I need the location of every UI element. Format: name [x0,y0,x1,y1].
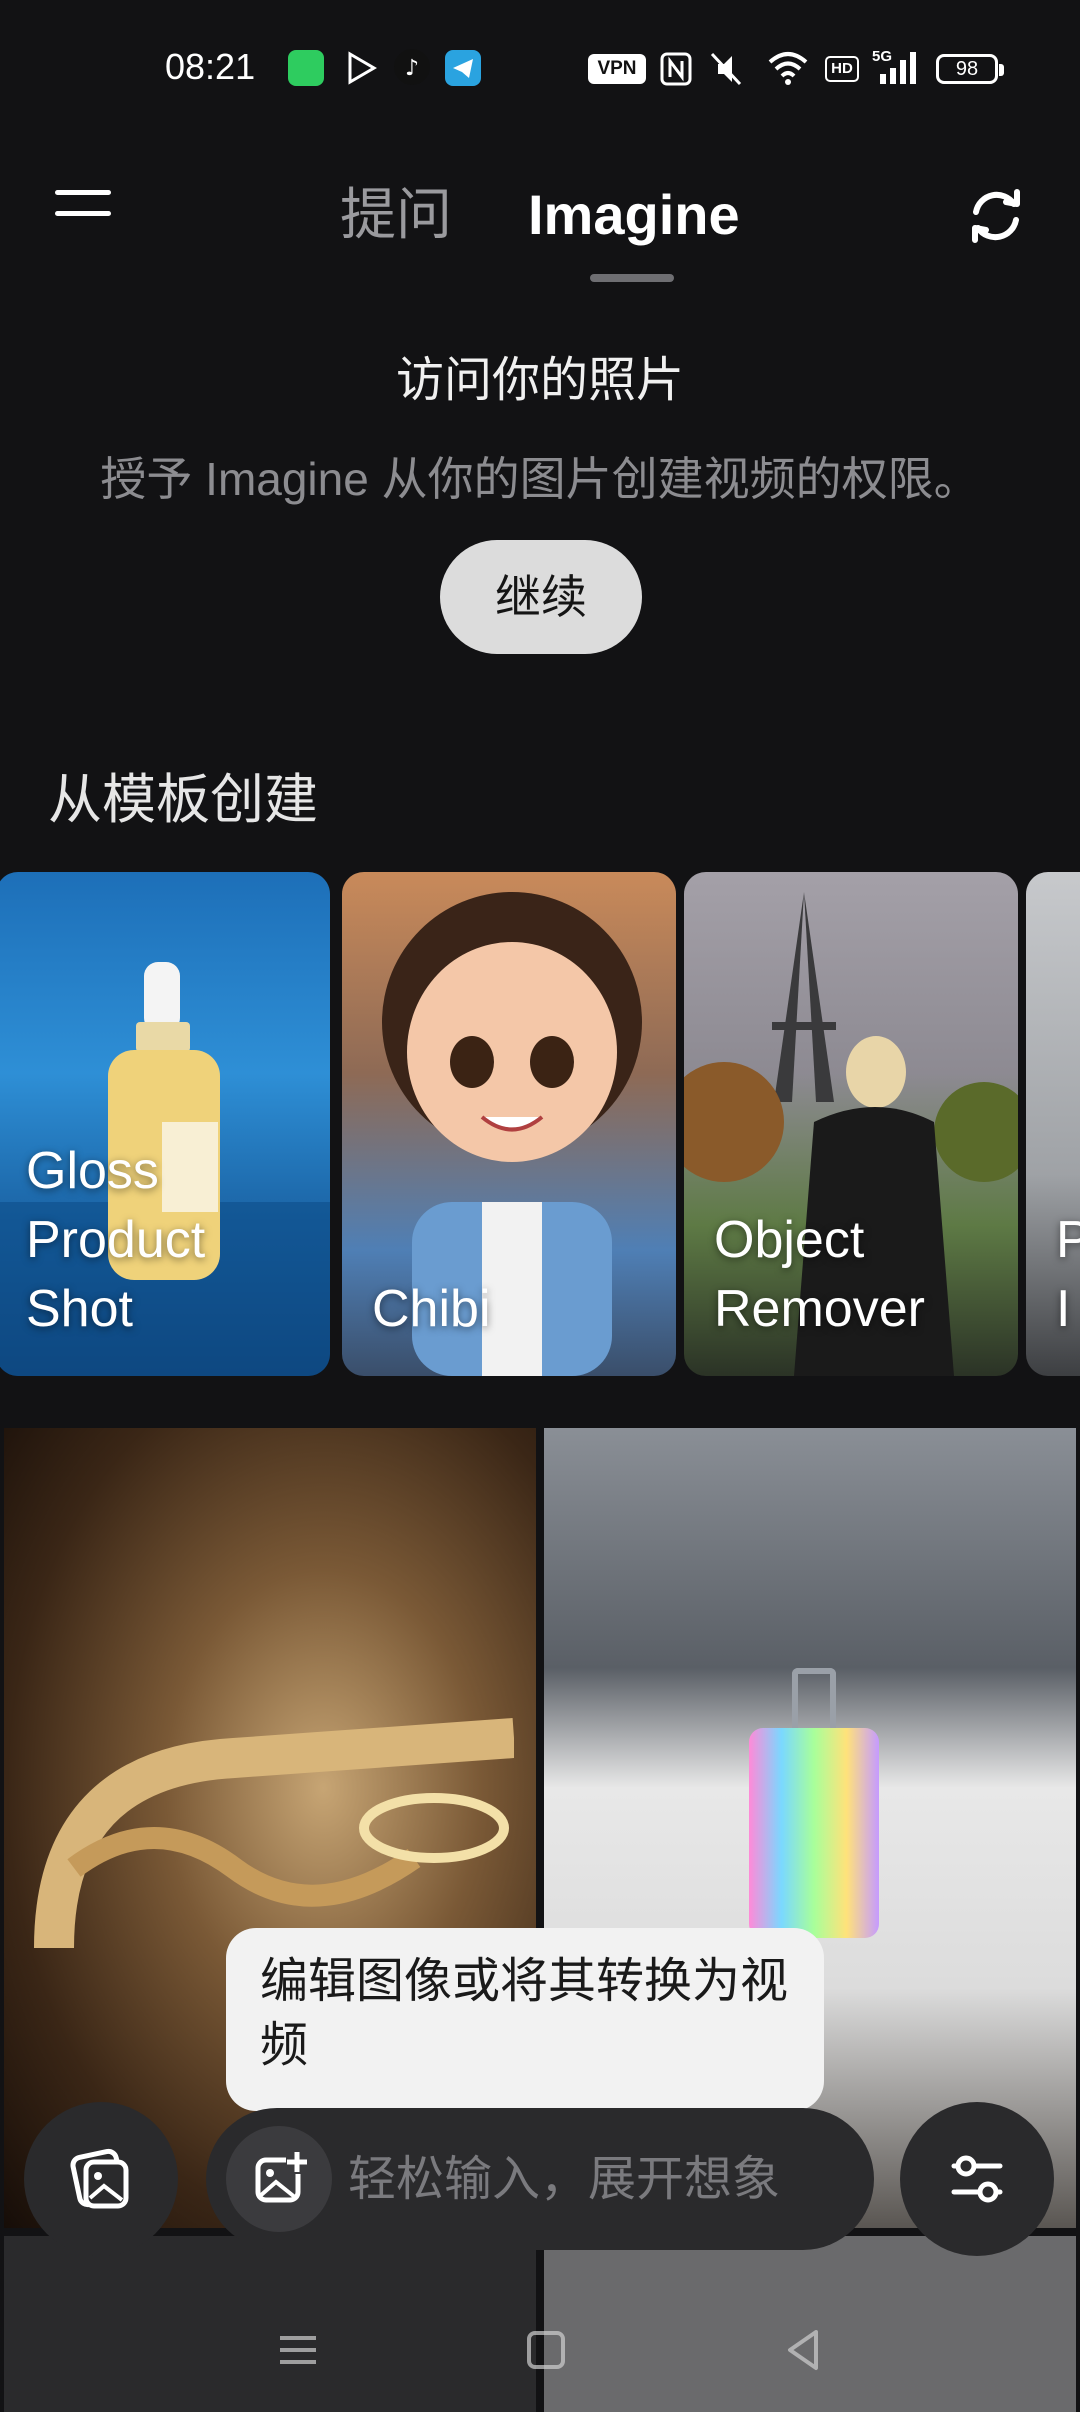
battery-indicator: 98 [936,54,1004,84]
edit-image-tooltip: 编辑图像或将其转换为视频 [226,1928,824,2129]
tab-ask[interactable]: 提问 [340,180,452,250]
rainbow-suitcase [749,1728,879,1938]
mute-icon [706,50,746,93]
permission-description: 授予 Imagine 从你的图片创建视频的权限。 [100,453,980,505]
svg-text:♪: ♪ [405,56,419,81]
template-label: Object Remover [714,1211,925,1338]
template-label: Gloss Product Shot [26,1142,206,1338]
status-bar: 08:21 ♪ VPN HD 5G 98 [0,0,1080,140]
active-tab-indicator [590,274,674,282]
system-recents-button[interactable] [268,2320,328,2380]
prompt-bar [206,2108,874,2250]
suitcase-handle [792,1668,836,1732]
add-image-button[interactable] [226,2126,332,2232]
menu-button[interactable] [55,190,115,234]
gallery-icon [70,2148,129,2209]
template-label: P I [1056,1211,1080,1338]
tab-imagine[interactable]: Imagine [528,180,740,250]
system-back-button[interactable] [774,2320,834,2380]
system-home-button[interactable] [516,2320,576,2380]
recents-icon [280,2336,316,2364]
permission-title: 访问你的照片 [395,354,684,407]
vpn-badge: VPN [588,54,646,84]
status-time: 08:21 [165,46,256,87]
play-store-icon [344,50,380,91]
template-card-partial[interactable]: P I [1026,872,1080,1376]
refresh-button[interactable] [962,182,1030,250]
template-label: Chibi [372,1280,491,1338]
template-carousel[interactable]: Gloss Product Shot Chibi Object Remover … [0,872,1080,1376]
gallery-button[interactable] [24,2102,178,2256]
prompt-input[interactable] [348,2108,848,2250]
template-card-object-remover[interactable]: Object Remover [684,872,1018,1376]
add-image-icon [255,2152,308,2203]
template-card-gloss-product-shot[interactable]: Gloss Product Shot [0,872,330,1376]
tiktok-icon: ♪ [393,48,431,91]
home-icon [527,2331,565,2369]
hd-badge: HD [825,56,859,82]
nfc-icon [660,52,692,91]
telegram-icon [445,50,481,91]
template-card-chibi[interactable]: Chibi [342,872,676,1376]
templates-section-title: 从模板创建 [48,770,318,830]
settings-button[interactable] [900,2102,1054,2256]
hamburger-icon [55,190,111,195]
back-icon [788,2330,818,2370]
messages-icon [288,50,324,86]
refresh-icon [972,189,1020,243]
continue-button[interactable]: 继续 [440,540,642,654]
sliders-icon [951,2155,1003,2203]
wifi-icon [766,50,810,91]
